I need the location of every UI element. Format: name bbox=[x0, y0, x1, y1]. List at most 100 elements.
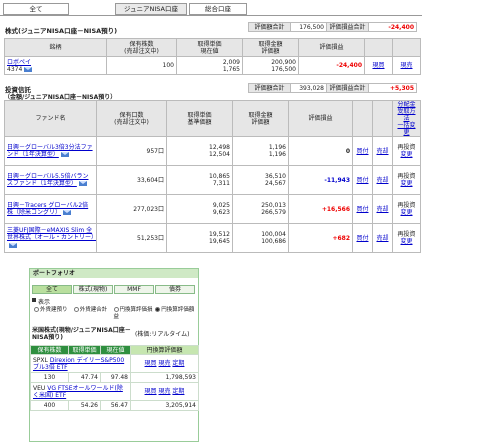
option-label: 外貨建合計 bbox=[79, 307, 108, 313]
fund-cost: 19,512 bbox=[209, 231, 230, 238]
us-cost: 47.74 bbox=[68, 372, 101, 383]
dist-change-link[interactable]: 変更 bbox=[400, 238, 412, 245]
fund-units: 957口 bbox=[96, 136, 167, 166]
table-row: 日興－グローバル5.5倍バランスファンド（1年決算型） 33,604口 10,865… bbox=[4, 165, 421, 195]
fund-pl-total-label: 評価損益合計 bbox=[326, 83, 369, 93]
dist-change-link[interactable]: 変更 bbox=[400, 180, 412, 187]
dist-method: 再投資 bbox=[397, 202, 416, 209]
us-col-price: 現在値 bbox=[100, 345, 131, 355]
portfolio-tab-stocks[interactable]: 株式(現物) bbox=[73, 285, 113, 294]
buy-link[interactable]: 現買 bbox=[145, 360, 157, 367]
display-label-row: 表示 bbox=[32, 297, 50, 306]
radio-selected-icon bbox=[155, 307, 161, 312]
fund-units: 33,604口 bbox=[96, 165, 167, 195]
display-label: 表示 bbox=[38, 299, 51, 306]
us-shares: 130 bbox=[30, 372, 69, 383]
bulk-change-link[interactable]: 分配金 受取方法 一括変更 bbox=[397, 102, 415, 136]
tab-all[interactable]: 全て bbox=[3, 3, 69, 15]
stock-pl: -24,400 bbox=[298, 56, 365, 75]
fund-name-link[interactable]: 日興－グローバル5.5倍バランスファンド（1年決算型） bbox=[7, 173, 88, 188]
radio-icon bbox=[34, 307, 39, 312]
stock-price: 1,765 bbox=[222, 65, 240, 73]
us-stock-title: 米国株式(現物/ジュニアNISA口座－NISA預り) bbox=[32, 327, 131, 341]
us-stock-name-link[interactable]: VG FTSEオールワールド(除く米国) ETF bbox=[33, 385, 123, 399]
fund-eval-amount: 24,567 bbox=[265, 180, 286, 187]
sell-link[interactable]: 現売 bbox=[158, 388, 170, 395]
table-row: 日興－グローバル3倍3分法ファンド（1年決算型） 957口 12,498 12,504… bbox=[4, 136, 421, 166]
tab-general[interactable]: 総合口座 bbox=[189, 3, 247, 15]
tab-underline bbox=[0, 15, 422, 16]
portfolio-tab-mmf[interactable]: MMF bbox=[114, 285, 154, 294]
stock-col-cost-price: 取得単価 現在値 bbox=[176, 38, 243, 57]
fund-buy-link[interactable]: 買付 bbox=[356, 235, 368, 242]
stock-pl-total-label: 評価損益合計 bbox=[326, 22, 369, 32]
fund-name-link[interactable]: 日興－グローバル3倍3分法ファンド（1年決算型） bbox=[7, 144, 93, 159]
tab-junior-nisa[interactable]: ジュニアNISA口座 bbox=[115, 3, 187, 15]
table-row: 三菱UFJ国際－eMAXIS Slim 全世界株式（オール・カントリー） 51,2… bbox=[4, 223, 421, 253]
fund-sell-link[interactable]: 売却 bbox=[376, 177, 388, 184]
fund-cost: 9,025 bbox=[212, 202, 230, 209]
display-options: 外貨建預り 外貨建合計 円換算評価損益 円換算評価額 bbox=[34, 307, 199, 321]
fund-nav: 9,623 bbox=[212, 209, 230, 216]
fund-amounts: 100,004 100,686 bbox=[232, 223, 289, 253]
fund-col-amounts: 取得金額 評価額 bbox=[232, 100, 289, 137]
fund-buy-link[interactable]: 買付 bbox=[356, 148, 368, 155]
mail-icon[interactable] bbox=[24, 66, 33, 72]
us-price: 97.48 bbox=[100, 372, 131, 383]
table-row: SPXL Direxion デイリーS&P500ブル3倍 ETF 現買 現売 定… bbox=[30, 354, 199, 373]
stock-col-pl: 評価損益 bbox=[298, 38, 365, 57]
buy-link[interactable]: 現買 bbox=[372, 62, 384, 69]
dist-change-link[interactable]: 変更 bbox=[400, 151, 412, 158]
us-price: 56.47 bbox=[100, 400, 131, 411]
fund-nav: 7,311 bbox=[212, 180, 230, 187]
fund-cost: 12,498 bbox=[209, 144, 230, 151]
portfolio-tab-all[interactable]: 全て bbox=[32, 285, 72, 294]
fund-name-link[interactable]: 三菱UFJ国際－eMAXIS Slim 全世界株式（オール・カントリー） bbox=[7, 227, 96, 242]
periodic-link[interactable]: 定期 bbox=[172, 388, 184, 395]
bullet-icon bbox=[32, 298, 36, 302]
stock-section-title: 株式(ジュニアNISA口座－NISA預り) bbox=[5, 27, 118, 35]
stock-pl-total: -24,400 bbox=[368, 22, 417, 32]
mail-icon[interactable] bbox=[9, 242, 17, 248]
fund-buy-link[interactable]: 買付 bbox=[356, 177, 368, 184]
fund-units: 51,253口 bbox=[96, 223, 167, 253]
table-row: 400 54.26 56.47 3,205,914 bbox=[30, 400, 199, 411]
mail-icon[interactable] bbox=[78, 181, 87, 186]
sell-link[interactable]: 現売 bbox=[158, 360, 170, 367]
option-label: 外貨建預り bbox=[40, 307, 68, 313]
option-yen-eval[interactable]: 円換算評価額 bbox=[155, 307, 195, 314]
fund-summary: 評価額合計 393,028 評価損益合計 +5,305 bbox=[248, 83, 417, 93]
stock-eval-amount: 176,500 bbox=[271, 65, 296, 73]
mail-icon[interactable] bbox=[63, 210, 72, 215]
fund-cost-nav: 10,865 7,311 bbox=[166, 165, 233, 195]
option-fx-total[interactable]: 外貨建合計 bbox=[73, 307, 112, 314]
portfolio-tab-bonds[interactable]: 債券 bbox=[155, 285, 195, 294]
fund-sell-link[interactable]: 売却 bbox=[376, 148, 388, 155]
buy-link[interactable]: 現買 bbox=[145, 388, 157, 395]
table-row: VEU VG FTSEオールワールド(除く米国) ETF 現買 現売 定期 bbox=[30, 382, 199, 401]
periodic-link[interactable]: 定期 bbox=[172, 360, 184, 367]
fund-cost-amount: 100,004 bbox=[261, 231, 286, 238]
portfolio-panel: ポートフォリオ 全て 株式(現物) MMF 債券 表示 外貨建預り 外貨建合計 … bbox=[29, 268, 199, 442]
stock-name-link[interactable]: ロボペイ bbox=[7, 59, 31, 66]
stock-col-act1 bbox=[364, 38, 393, 57]
option-fx-holdings[interactable]: 外貨建預り bbox=[34, 307, 72, 314]
dist-change-link[interactable]: 変更 bbox=[400, 209, 412, 216]
fund-sell-link[interactable]: 売却 bbox=[376, 206, 388, 213]
fund-units: 277,023口 bbox=[96, 194, 167, 224]
fund-cost-amount: 1,196 bbox=[268, 144, 286, 151]
fund-col-units: 保有口数 (売却注文中) bbox=[96, 100, 167, 137]
fund-name-link[interactable]: 日興－Tracers グローバル2倍株（除米コングリ） bbox=[7, 202, 88, 217]
mail-icon[interactable] bbox=[60, 152, 69, 157]
stock-table: 銘柄 保有株数 (売却注文中) 取得単価 現在値 取得金額 評価額 評価損益 ロ… bbox=[4, 38, 421, 75]
fund-buy-link[interactable]: 買付 bbox=[356, 206, 368, 213]
us-col-shares: 保有株数 bbox=[30, 345, 69, 355]
option-label: 円換算評価額 bbox=[161, 307, 195, 313]
option-yen-pl[interactable]: 円換算評価損益 bbox=[113, 307, 154, 321]
sell-link[interactable]: 現売 bbox=[400, 62, 412, 69]
portfolio-title: ポートフォリオ bbox=[30, 269, 198, 278]
ticker: SPXL bbox=[33, 356, 48, 364]
stock-cost-price: 2,009 1,765 bbox=[176, 56, 243, 75]
fund-eval-total: 393,028 bbox=[290, 83, 327, 93]
fund-sell-link[interactable]: 売却 bbox=[376, 235, 388, 242]
